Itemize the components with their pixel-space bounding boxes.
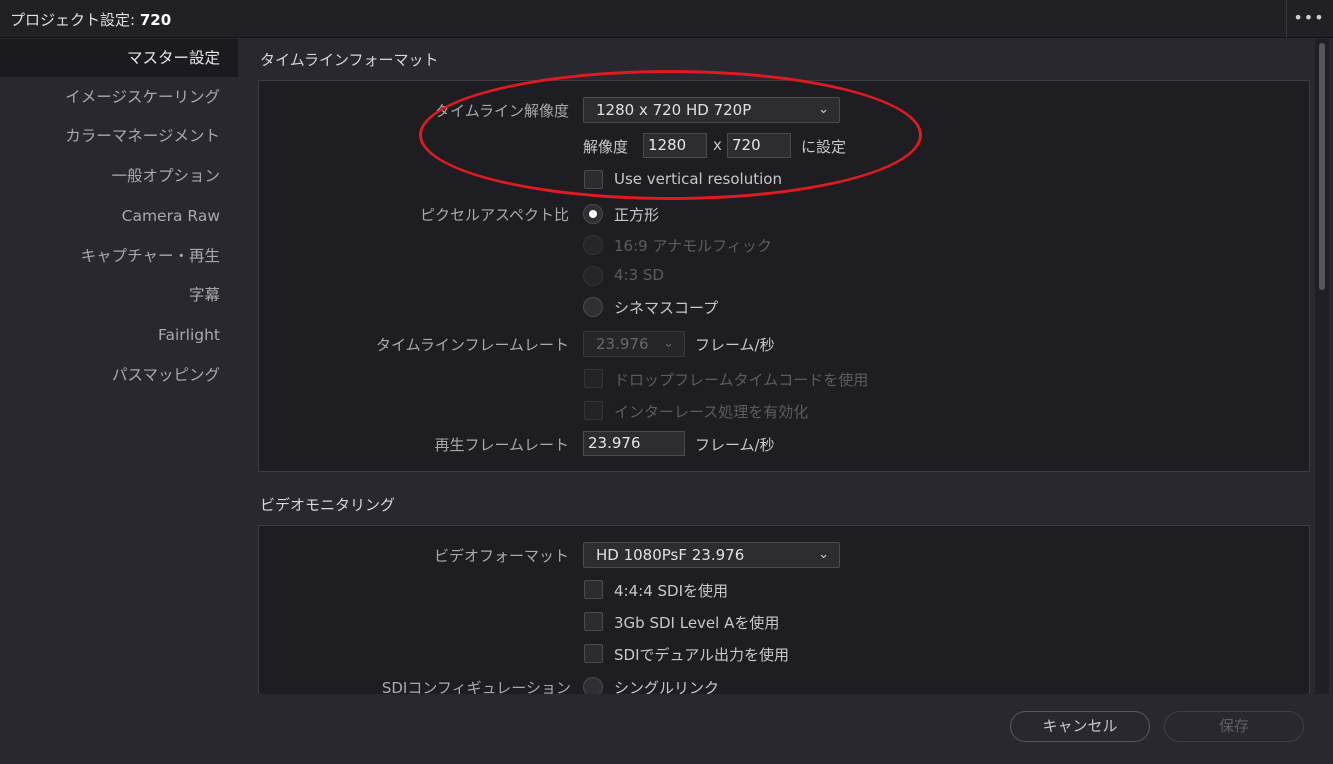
sdi-3gb-label: 3Gb SDI Level Aを使用: [614, 614, 780, 632]
aspect-square-label: 正方形: [614, 206, 660, 224]
settings-content: タイムラインフォーマット タイムライン解像度 1280 x 720 HD 720…: [240, 39, 1315, 694]
use-vertical-resolution-label: Use vertical resolution: [614, 170, 782, 188]
timeline-resolution-label: タイムライン解像度: [435, 102, 569, 120]
sdi-444-checkbox[interactable]: [584, 580, 603, 599]
drop-frame-label: ドロップフレームタイムコードを使用: [614, 371, 869, 389]
playback-fps-unit: フレーム/秒: [695, 436, 775, 454]
timeline-frame-rate-value: 23.976: [596, 335, 649, 353]
sidebar-item-general-options[interactable]: 一般オプション: [0, 157, 238, 195]
video-format-value: HD 1080PsF 23.976: [596, 546, 745, 564]
chevron-down-icon: ⌄: [818, 102, 829, 117]
set-resolution-label: に設定: [801, 138, 847, 156]
cancel-button[interactable]: キャンセル: [1010, 711, 1150, 742]
aspect-anamorphic-radio[interactable]: [583, 235, 603, 255]
project-name: 720: [139, 11, 172, 29]
timeline-resolution-value: 1280 x 720 HD 720P: [596, 101, 752, 119]
window-title: プロジェクト設定: 720: [10, 9, 171, 30]
playback-frame-rate-label: 再生フレームレート: [434, 436, 569, 454]
aspect-4-3-label: 4:3 SD: [614, 266, 664, 284]
pixel-aspect-label: ピクセルアスペクト比: [420, 206, 569, 224]
save-button[interactable]: 保存: [1164, 711, 1304, 742]
title-divider: [1286, 0, 1287, 38]
drop-frame-checkbox[interactable]: [584, 369, 603, 388]
sdi-dual-output-checkbox[interactable]: [584, 644, 603, 663]
sidebar-item-subtitles[interactable]: 字幕: [0, 276, 238, 314]
aspect-anamorphic-label: 16:9 アナモルフィック: [614, 237, 772, 255]
single-link-radio[interactable]: [583, 677, 603, 694]
sidebar-item-color-management[interactable]: カラーマネージメント: [0, 117, 238, 155]
sidebar-item-capture-playback[interactable]: キャプチャー・再生: [0, 237, 238, 275]
aspect-square-radio[interactable]: [583, 204, 603, 224]
chevron-down-icon: ⌄: [818, 547, 829, 562]
settings-sidebar: マスター設定 イメージスケーリング カラーマネージメント 一般オプション Cam…: [0, 39, 238, 764]
use-vertical-resolution-checkbox[interactable]: [584, 170, 603, 189]
sdi-dual-output-label: SDIでデュアル出力を使用: [614, 646, 790, 664]
timeline-fps-unit: フレーム/秒: [695, 336, 775, 354]
content-scrollbar[interactable]: [1315, 39, 1329, 694]
sidebar-item-path-mapping[interactable]: パスマッピング: [0, 356, 238, 394]
custom-resolution-label: 解像度: [583, 138, 629, 156]
title-bar: プロジェクト設定: 720 •••: [0, 0, 1333, 38]
single-link-label: シングルリンク: [614, 679, 720, 694]
playback-frame-rate-input[interactable]: 23.976: [583, 431, 685, 456]
resolution-x-label: x: [713, 136, 722, 154]
more-options-icon[interactable]: •••: [1292, 6, 1326, 30]
scrollbar-thumb[interactable]: [1319, 43, 1325, 290]
timeline-format-panel: タイムライン解像度 1280 x 720 HD 720P ⌄ 解像度 1280 …: [258, 80, 1310, 472]
resolution-height-input[interactable]: 720: [727, 133, 791, 158]
sidebar-item-camera-raw[interactable]: Camera Raw: [0, 197, 238, 235]
window-title-prefix: プロジェクト設定:: [10, 11, 136, 29]
sidebar-item-image-scaling[interactable]: イメージスケーリング: [0, 78, 238, 116]
sidebar-item-fairlight[interactable]: Fairlight: [0, 316, 238, 354]
timeline-resolution-dropdown[interactable]: 1280 x 720 HD 720P ⌄: [583, 97, 840, 123]
sdi-3gb-checkbox[interactable]: [584, 612, 603, 631]
interlace-checkbox[interactable]: [584, 401, 603, 420]
aspect-cinemascope-radio[interactable]: [583, 297, 603, 317]
sidebar-item-master-settings[interactable]: マスター設定: [0, 39, 238, 77]
timeline-frame-rate-dropdown[interactable]: 23.976 ⌄: [583, 331, 685, 357]
section-title-video-monitoring: ビデオモニタリング: [260, 496, 396, 514]
video-monitoring-panel: ビデオフォーマット HD 1080PsF 23.976 ⌄ 4:4:4 SDIを…: [258, 525, 1310, 694]
sdi-configuration-label: SDIコンフィギュレーション: [381, 679, 571, 694]
resolution-width-input[interactable]: 1280: [643, 133, 707, 158]
interlace-label: インターレース処理を有効化: [614, 403, 809, 421]
aspect-4-3-radio[interactable]: [583, 266, 603, 286]
sdi-444-label: 4:4:4 SDIを使用: [614, 582, 729, 600]
video-format-label: ビデオフォーマット: [433, 547, 569, 565]
dialog-footer: キャンセル 保存: [240, 694, 1333, 764]
chevron-down-icon: ⌄: [663, 336, 674, 351]
video-format-dropdown[interactable]: HD 1080PsF 23.976 ⌄: [583, 542, 840, 568]
timeline-frame-rate-label: タイムラインフレームレート: [375, 336, 569, 354]
section-title-timeline-format: タイムラインフォーマット: [260, 51, 439, 69]
aspect-cinemascope-label: シネマスコープ: [614, 299, 719, 317]
